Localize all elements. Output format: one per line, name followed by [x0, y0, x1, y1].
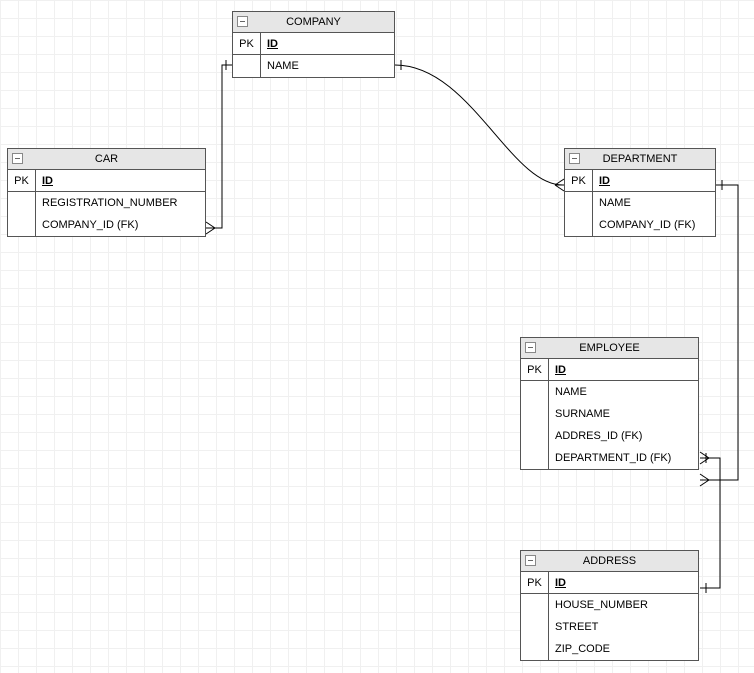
attr: DEPARTMENT_ID (FK) [549, 447, 698, 469]
pk-field: ID [36, 175, 205, 187]
entity-address[interactable]: ADDRESS PK ID HOUSE_NUMBER STREET ZIP_CO… [520, 550, 699, 661]
collapse-icon[interactable] [237, 16, 248, 27]
attr: COMPANY_ID (FK) [593, 214, 715, 236]
attr: NAME [549, 381, 698, 403]
entity-company[interactable]: COMPANY PK ID NAME [232, 11, 395, 78]
entity-department-pk-row: PK ID [565, 170, 715, 192]
pk-field: ID [593, 175, 715, 187]
entity-company-header: COMPANY [233, 12, 394, 33]
entity-address-title: ADDRESS [583, 555, 636, 567]
entity-department-title: DEPARTMENT [603, 153, 678, 165]
pk-field: ID [549, 364, 698, 376]
entity-employee-body: NAME SURNAME ADDRES_ID (FK) DEPARTMENT_I… [521, 381, 698, 469]
attr: HOUSE_NUMBER [549, 594, 698, 616]
attr: NAME [593, 192, 715, 214]
entity-car-body: REGISTRATION_NUMBER COMPANY_ID (FK) [8, 192, 205, 236]
pk-field: ID [261, 38, 394, 50]
entity-address-pk-row: PK ID [521, 572, 698, 594]
collapse-icon[interactable] [569, 153, 580, 164]
entity-department-header: DEPARTMENT [565, 149, 715, 170]
entity-company-title: COMPANY [286, 16, 341, 28]
pk-label: PK [8, 170, 36, 191]
collapse-icon[interactable] [12, 153, 23, 164]
entity-car[interactable]: CAR PK ID REGISTRATION_NUMBER COMPANY_ID… [7, 148, 206, 237]
entity-employee-header: EMPLOYEE [521, 338, 698, 359]
pk-label: PK [565, 170, 593, 191]
attr: NAME [261, 55, 394, 77]
entity-car-pk-row: PK ID [8, 170, 205, 192]
attr: REGISTRATION_NUMBER [36, 192, 205, 214]
attr: COMPANY_ID (FK) [36, 214, 205, 236]
collapse-icon[interactable] [525, 342, 536, 353]
entity-company-body: NAME [233, 55, 394, 77]
entity-address-body: HOUSE_NUMBER STREET ZIP_CODE [521, 594, 698, 660]
entity-employee[interactable]: EMPLOYEE PK ID NAME SURNAME ADDRES_ID (F… [520, 337, 699, 470]
entity-department[interactable]: DEPARTMENT PK ID NAME COMPANY_ID (FK) [564, 148, 716, 237]
attr: STREET [549, 616, 698, 638]
attr: SURNAME [549, 403, 698, 425]
collapse-icon[interactable] [525, 555, 536, 566]
pk-label: PK [521, 359, 549, 380]
entity-employee-title: EMPLOYEE [579, 342, 640, 354]
entity-car-header: CAR [8, 149, 205, 170]
entity-car-title: CAR [95, 153, 118, 165]
pk-label: PK [233, 33, 261, 54]
pk-label: PK [521, 572, 549, 593]
entity-employee-pk-row: PK ID [521, 359, 698, 381]
entity-company-pk-row: PK ID [233, 33, 394, 55]
entity-department-body: NAME COMPANY_ID (FK) [565, 192, 715, 236]
attr: ZIP_CODE [549, 638, 698, 660]
attr: ADDRES_ID (FK) [549, 425, 698, 447]
entity-address-header: ADDRESS [521, 551, 698, 572]
pk-field: ID [549, 577, 698, 589]
